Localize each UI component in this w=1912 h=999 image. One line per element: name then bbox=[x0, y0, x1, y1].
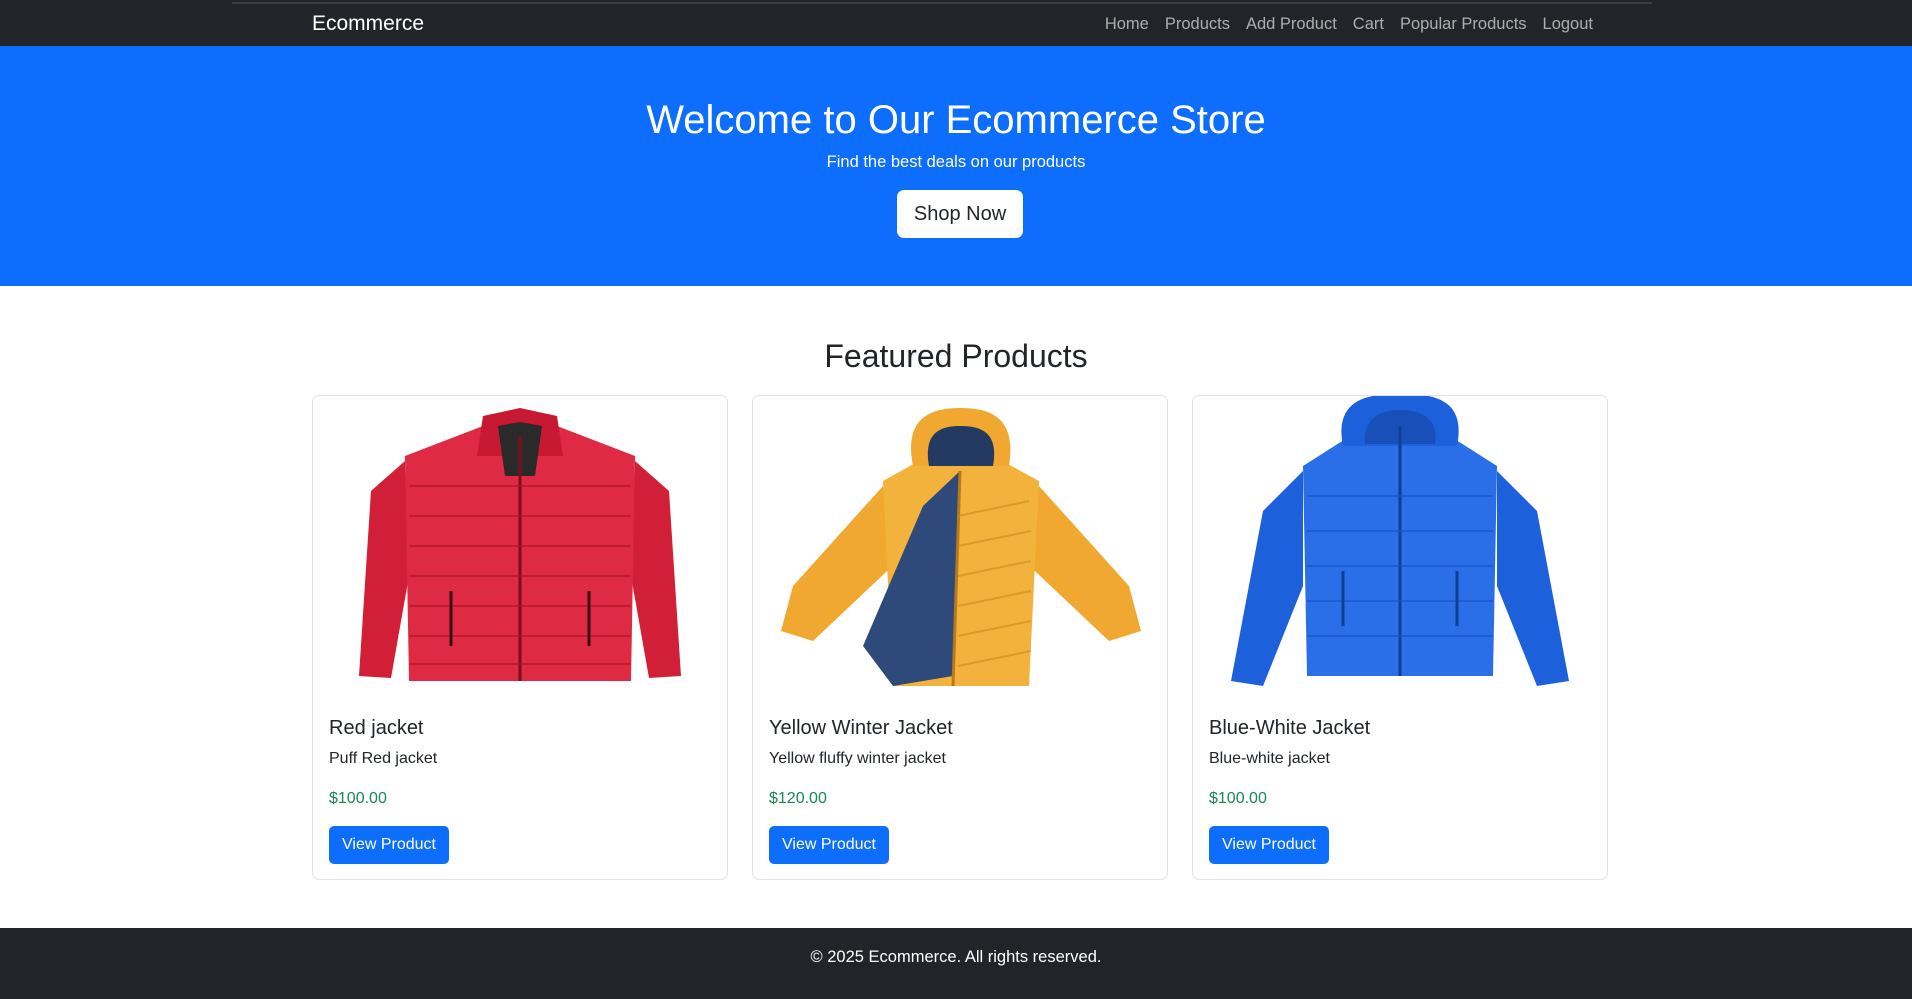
product-price: $100.00 bbox=[1209, 790, 1267, 807]
footer-copyright: © 2025 Ecommerce. All rights reserved. bbox=[810, 948, 1102, 966]
shop-now-button[interactable]: Shop Now bbox=[897, 190, 1023, 238]
product-description: Blue-white jacket bbox=[1209, 750, 1330, 767]
chevron-right-icon[interactable]: › bbox=[1501, 619, 1511, 649]
nav-home[interactable]: Home bbox=[1097, 10, 1157, 38]
chevron-left-icon[interactable]: ‹ bbox=[397, 619, 407, 649]
hero-subtitle: Find the best deals on our products bbox=[826, 153, 1086, 171]
view-product-button[interactable]: View Product bbox=[1209, 826, 1329, 864]
product-name: Blue-White Jacket bbox=[1209, 717, 1371, 739]
nav-links: Home Products Add Product Cart Popular P… bbox=[1097, 10, 1601, 38]
hero-title: Welcome to Our Ecommerce Store bbox=[646, 98, 1266, 142]
featured-products-title: Featured Products bbox=[824, 338, 1088, 374]
product-description: Yellow fluffy winter jacket bbox=[769, 750, 946, 767]
nav-cart[interactable]: Cart bbox=[1345, 10, 1392, 38]
product-price: $120.00 bbox=[769, 790, 827, 807]
brand-link[interactable]: Ecommerce bbox=[312, 10, 424, 38]
nav-add-product[interactable]: Add Product bbox=[1238, 10, 1345, 38]
navbar: Ecommerce Home Products Add Product Cart… bbox=[0, 4, 1912, 46]
product-name: Yellow Winter Jacket bbox=[769, 717, 953, 739]
product-name: Red jacket bbox=[329, 717, 424, 739]
product-image-red-jacket[interactable] bbox=[313, 396, 727, 696]
nav-logout[interactable]: Logout bbox=[1535, 10, 1601, 38]
view-product-button[interactable]: View Product bbox=[329, 826, 449, 864]
product-card-red-jacket: ‹ Red jacket Puff Red jacket $100.00 Vie… bbox=[312, 395, 728, 880]
view-product-button[interactable]: View Product bbox=[769, 826, 889, 864]
product-card-blue-jacket: › Blue-White Jacket Blue-white jacket $1… bbox=[1192, 395, 1608, 880]
product-price: $100.00 bbox=[329, 790, 387, 807]
product-image-yellow-jacket[interactable] bbox=[753, 396, 1167, 696]
product-card-yellow-jacket: Yellow Winter Jacket Yellow fluffy winte… bbox=[752, 395, 1168, 880]
product-image-blue-jacket[interactable] bbox=[1193, 396, 1607, 696]
nav-popular-products[interactable]: Popular Products bbox=[1392, 10, 1535, 38]
hero-banner: Welcome to Our Ecommerce Store Find the … bbox=[0, 46, 1912, 286]
nav-products[interactable]: Products bbox=[1157, 10, 1238, 38]
product-description: Puff Red jacket bbox=[329, 750, 438, 767]
footer: © 2025 Ecommerce. All rights reserved. bbox=[0, 928, 1912, 999]
